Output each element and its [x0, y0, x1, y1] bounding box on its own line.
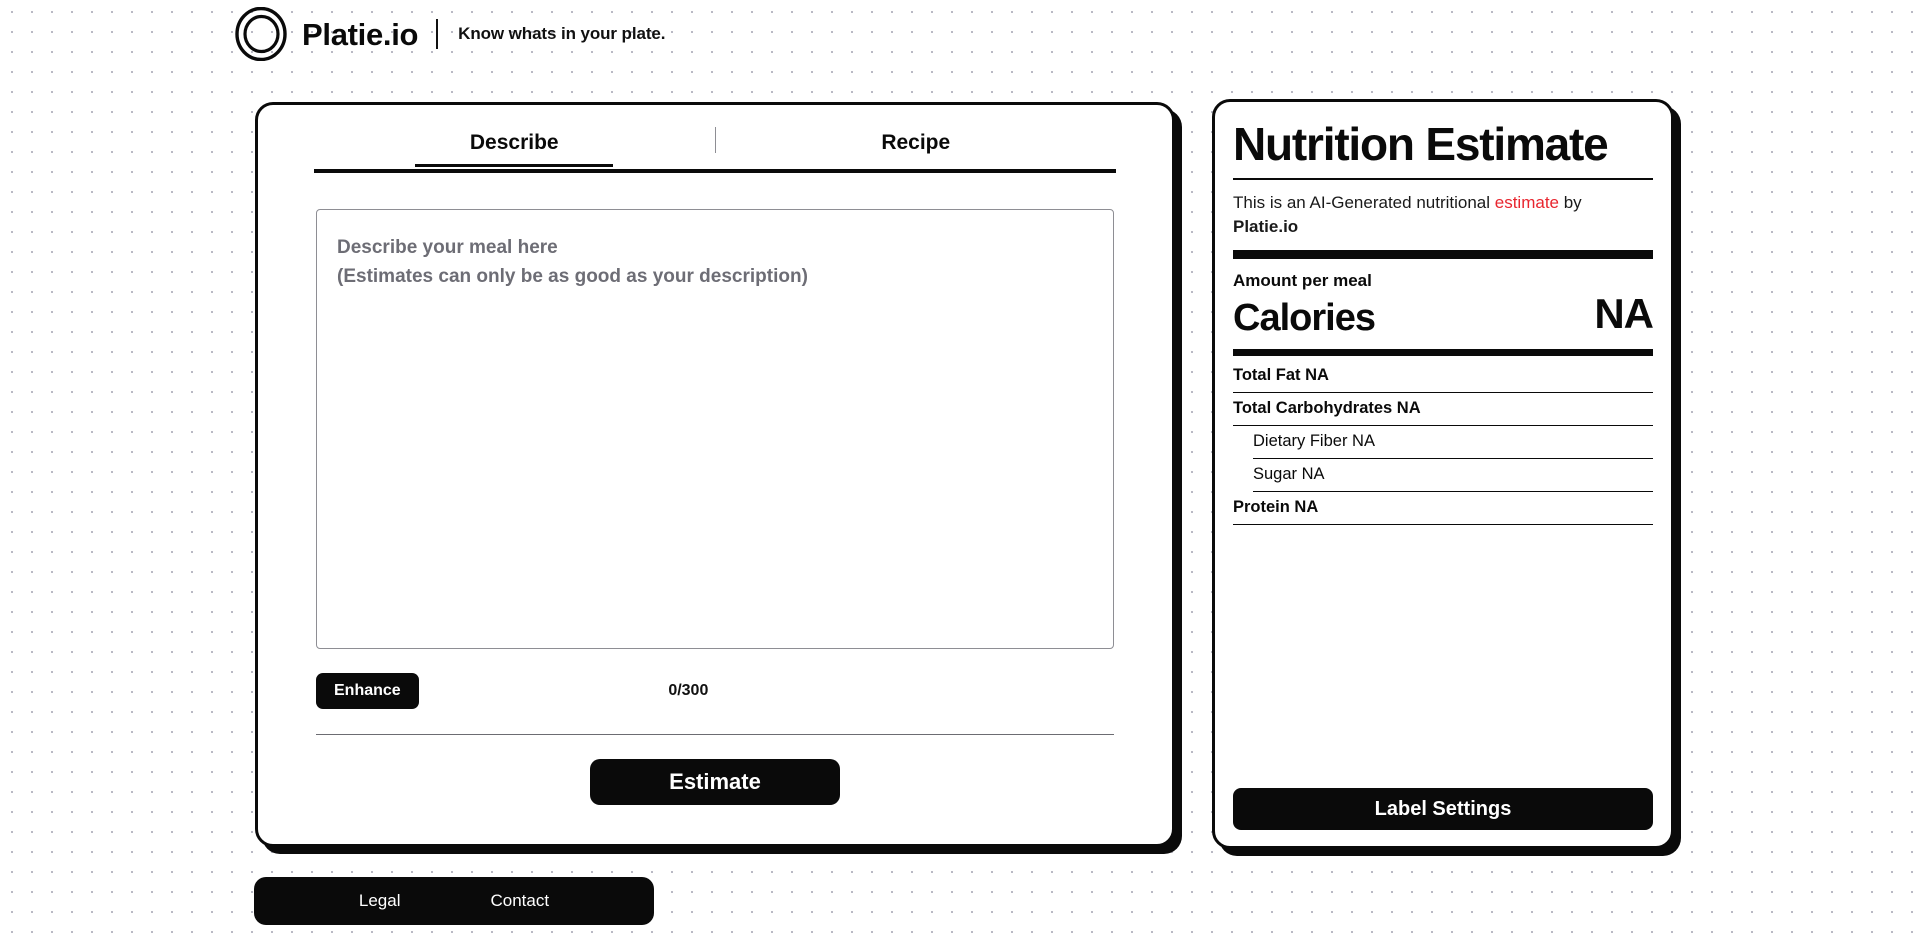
- meal-description-input[interactable]: [316, 209, 1114, 649]
- site-header: Platie.io Know whats in your plate.: [234, 6, 665, 62]
- disclaimer-rule: [1233, 249, 1653, 259]
- nutrient-row-total-carbohydrates: Total Carbohydrates NA: [1233, 393, 1653, 426]
- nutrient-row-total-fat: Total Fat NA: [1233, 360, 1653, 393]
- nutrition-label-title: Nutrition Estimate: [1233, 118, 1609, 170]
- estimate-button[interactable]: Estimate: [590, 759, 840, 805]
- label-settings-button[interactable]: Label Settings: [1233, 788, 1653, 830]
- label-spacer: [1233, 525, 1653, 788]
- calories-label: Calories: [1233, 297, 1376, 340]
- footer-link-contact[interactable]: Contact: [491, 891, 550, 911]
- amount-per-meal-label: Amount per meal: [1233, 270, 1372, 290]
- title-rule: [1233, 178, 1653, 181]
- disclaimer-prefix: This is an AI-Generated nutritional: [1233, 193, 1495, 213]
- brand-tagline: Know whats in your plate.: [458, 24, 666, 43]
- footer-link-legal[interactable]: Legal: [359, 891, 401, 911]
- calories-row: Calories NA: [1233, 289, 1654, 341]
- disclaimer-brand: Platie.io: [1233, 217, 1299, 237]
- estimate-action-row: Estimate: [258, 759, 1172, 805]
- nutrient-row-protein: Protein NA: [1233, 492, 1653, 525]
- enhance-button[interactable]: Enhance: [316, 673, 419, 709]
- brand-name: Platie.io: [302, 16, 419, 52]
- describe-card: Describe Recipe Enhance 0/300 Estimate: [255, 102, 1175, 847]
- character-counter: 0/300: [668, 682, 709, 699]
- disclaimer-suffix: by: [1559, 193, 1582, 213]
- nutrient-row-dietary-fiber: Dietary Fiber NA: [1253, 426, 1653, 459]
- nutrition-label-card: Nutrition Estimate This is an AI-Generat…: [1212, 99, 1674, 849]
- footer-bar: Legal Contact: [254, 877, 654, 925]
- circle-plate-logo-icon: [234, 7, 288, 61]
- disclaimer-estimate-highlight: estimate: [1494, 193, 1559, 213]
- meal-input-area: [316, 209, 1114, 654]
- nutrient-list: Total Fat NA Total Carbohydrates NA Diet…: [1233, 360, 1653, 525]
- nutrient-row-sugar: Sugar NA: [1253, 459, 1653, 492]
- tab-bar-underline: [314, 169, 1116, 173]
- calories-value: NA: [1594, 289, 1654, 337]
- tab-bar: Describe Recipe: [314, 105, 1116, 169]
- input-tools-row: Enhance 0/300: [316, 670, 1114, 712]
- tab-recipe[interactable]: Recipe: [716, 121, 1117, 169]
- section-divider: [316, 734, 1114, 735]
- calories-rule: [1233, 348, 1653, 356]
- tab-describe[interactable]: Describe: [314, 121, 715, 169]
- ai-disclaimer: This is an AI-Generated nutritional esti…: [1233, 191, 1653, 239]
- brand-divider: [436, 19, 439, 49]
